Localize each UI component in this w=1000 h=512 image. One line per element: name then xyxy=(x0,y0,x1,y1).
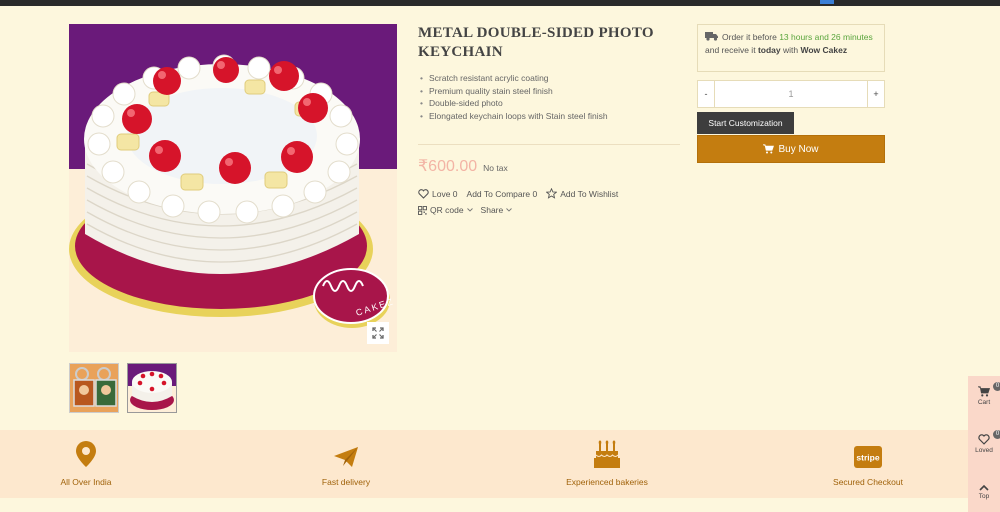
qr-code-dropdown[interactable]: QR code xyxy=(418,205,473,215)
wishlist-label: Add To Wishlist xyxy=(560,188,619,199)
product-features-list: Scratch resistant acrylic coating Premiu… xyxy=(418,72,608,122)
map-pin-icon xyxy=(76,441,96,467)
expand-icon xyxy=(372,327,384,339)
receive-today: today xyxy=(757,45,781,55)
sidebar-cart-button[interactable]: 0 Cart xyxy=(968,382,1000,406)
product-actions-secondary: QR code Share xyxy=(418,205,513,215)
buy-now-button[interactable]: Buy Now xyxy=(697,135,885,163)
product-main-image[interactable]: CAKEZ xyxy=(69,24,397,352)
product-title: METAL DOUBLE-SIDED PHOTO KEYCHAIN xyxy=(418,25,654,60)
sidebar-top-button[interactable]: Top xyxy=(968,484,1000,500)
sidebar-loved-button[interactable]: 0 Loved xyxy=(968,430,1000,454)
countdown-time: 13 hours and 26 minutes xyxy=(779,32,873,42)
stripe-icon-text: stripe xyxy=(856,453,879,463)
chevron-up-icon xyxy=(979,484,989,491)
cake-thumbnail-image xyxy=(128,364,176,412)
countdown-line: Order it before 13 hours and 26 minutes xyxy=(705,31,877,44)
thumbnail-cake[interactable] xyxy=(127,363,177,413)
feature-item: Premium quality stain steel finish xyxy=(418,85,608,98)
quantity-input[interactable]: 1 xyxy=(714,81,868,107)
love-button[interactable]: Love 0 xyxy=(418,189,458,199)
top-bar-indicator xyxy=(820,0,834,4)
strip-item-experienced-bakeries: Experienced bakeries xyxy=(537,438,677,487)
qr-code-icon xyxy=(418,205,427,215)
tax-note: No tax xyxy=(483,163,508,173)
feature-item: Double-sided photo xyxy=(418,97,608,110)
strip-item-fast-delivery: Fast delivery xyxy=(276,438,416,487)
sidebar-top-label: Top xyxy=(978,493,990,500)
floating-sidebar: 0 Cart 0 Loved Top xyxy=(968,376,1000,512)
thumbnail-list xyxy=(69,363,177,413)
strip-item-all-over-india: All Over India xyxy=(16,438,156,487)
chevron-down-icon xyxy=(466,208,473,212)
cart-count-badge: 0 xyxy=(993,382,1000,391)
price-row: ₹600.00 No tax xyxy=(418,156,508,176)
cart-icon xyxy=(978,386,991,397)
sidebar-cart-label: Cart xyxy=(977,399,991,406)
heart-icon xyxy=(418,188,429,199)
quantity-decrease-button[interactable]: - xyxy=(698,81,714,107)
cart-icon xyxy=(763,144,775,154)
start-customization-button[interactable]: Start Customization xyxy=(697,112,794,134)
cake-image: CAKEZ xyxy=(69,24,397,352)
strip-label: Experienced bakeries xyxy=(566,477,648,487)
add-to-wishlist-link[interactable]: Add To Wishlist xyxy=(546,188,618,199)
feature-strip: All Over India Fast delivery Experienced… xyxy=(0,430,1000,498)
receive-text: and receive it xyxy=(705,45,756,55)
stripe-icon: stripe xyxy=(854,446,882,468)
strip-label: All Over India xyxy=(60,477,112,487)
chevron-down-icon xyxy=(506,208,513,212)
strip-label: Secured Checkout xyxy=(833,477,903,487)
expand-image-button[interactable] xyxy=(367,322,389,344)
loved-count-badge: 0 xyxy=(993,430,1000,439)
sidebar-loved-label: Loved xyxy=(975,447,993,454)
truck-icon xyxy=(705,32,718,41)
receive-line: and receive it today with Wow Cakez xyxy=(705,44,877,57)
birthday-cake-icon xyxy=(594,440,620,468)
browser-top-bar xyxy=(0,0,1000,6)
paper-plane-icon xyxy=(334,447,358,467)
feature-item: Scratch resistant acrylic coating xyxy=(418,72,608,85)
compare-label: Add To Compare 0 xyxy=(466,188,538,199)
share-label: Share xyxy=(480,205,504,215)
product-actions: Love 0 Add To Compare 0 Add To Wishlist xyxy=(418,188,618,199)
strip-label: Fast delivery xyxy=(321,477,371,487)
feature-item: Elongated keychain loops with Stain stee… xyxy=(418,110,608,123)
receive-with: with xyxy=(782,45,799,55)
thumbnail-keychain[interactable] xyxy=(69,363,119,413)
heart-icon xyxy=(978,434,990,445)
keychain-thumbnail-image xyxy=(70,364,118,412)
buy-now-label: Buy Now xyxy=(778,143,819,155)
strip-item-secured-checkout: stripe Secured Checkout xyxy=(798,438,938,487)
star-icon xyxy=(546,188,558,199)
love-label: Love 0 xyxy=(432,188,458,199)
qr-code-label: QR code xyxy=(430,205,464,215)
quantity-stepper: - 1 + xyxy=(697,80,885,108)
brand-name: Wow Cakez xyxy=(800,45,848,55)
add-to-compare-link[interactable]: Add To Compare 0 xyxy=(467,189,538,199)
info-divider xyxy=(418,144,680,145)
product-price: ₹600.00 xyxy=(418,158,478,175)
share-dropdown[interactable]: Share xyxy=(481,205,513,215)
countdown-prefix: Order it before xyxy=(722,32,777,42)
delivery-countdown-box: Order it before 13 hours and 26 minutes … xyxy=(697,24,885,72)
quantity-increase-button[interactable]: + xyxy=(868,81,884,107)
